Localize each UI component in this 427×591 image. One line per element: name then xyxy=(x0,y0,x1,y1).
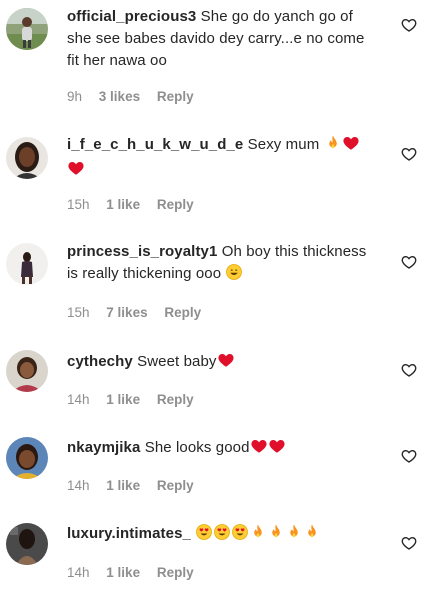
heart-outline-icon[interactable] xyxy=(401,448,417,464)
grinning-face-icon xyxy=(225,263,243,288)
fire-icon xyxy=(249,523,267,548)
reply-button[interactable]: Reply xyxy=(164,305,201,320)
comment-body: i_f_e_c_h_u_k_w_u_d_e Sexy mum xyxy=(67,134,377,184)
comment-meta: 9h 3 likes Reply xyxy=(67,89,207,104)
comment-body: nkaymjika She looks good xyxy=(67,437,377,462)
reply-button[interactable]: Reply xyxy=(157,89,194,104)
comment-likes[interactable]: 1 like xyxy=(106,197,140,212)
reply-button[interactable]: Reply xyxy=(157,565,194,580)
comment-body: princess_is_royalty1 Oh boy this thickne… xyxy=(67,241,377,288)
red-heart-icon xyxy=(250,437,268,462)
heart-eyes-icon xyxy=(195,523,213,548)
heart-eyes-icon xyxy=(231,523,249,548)
comment-meta: 15h 1 like Reply xyxy=(67,197,207,212)
comment-time: 14h xyxy=(67,565,90,580)
comment-meta: 14h 1 like Reply xyxy=(67,478,207,493)
comment-likes[interactable]: 7 likes xyxy=(106,305,147,320)
avatar[interactable] xyxy=(6,8,48,50)
comment-username[interactable]: i_f_e_c_h_u_k_w_u_d_e xyxy=(67,136,243,153)
comment-body: cythechy Sweet baby xyxy=(67,351,377,376)
comment-meta: 14h 1 like Reply xyxy=(67,565,207,580)
comment-username[interactable]: nkaymjika xyxy=(67,439,140,456)
heart-outline-icon[interactable] xyxy=(401,535,417,551)
comment-time: 14h xyxy=(67,478,90,493)
comment-meta: 14h 1 like Reply xyxy=(67,392,207,407)
comment-likes[interactable]: 1 like xyxy=(106,565,140,580)
fire-icon xyxy=(303,523,321,548)
reply-button[interactable]: Reply xyxy=(157,478,194,493)
avatar[interactable] xyxy=(6,137,48,179)
red-heart-icon xyxy=(67,159,85,184)
comment-time: 9h xyxy=(67,89,83,104)
fire-icon xyxy=(285,523,303,548)
comment-meta: 15h 7 likes Reply xyxy=(67,305,214,320)
reply-button[interactable]: Reply xyxy=(157,392,194,407)
fire-icon xyxy=(267,523,285,548)
red-heart-icon xyxy=(342,134,360,159)
comment-likes[interactable]: 3 likes xyxy=(99,89,140,104)
comment-username[interactable]: official_precious3 xyxy=(67,8,196,25)
reply-button[interactable]: Reply xyxy=(157,197,194,212)
comment-text: Sexy mum xyxy=(247,136,320,153)
heart-outline-icon[interactable] xyxy=(401,146,417,162)
avatar[interactable] xyxy=(6,437,48,479)
comment-time: 15h xyxy=(67,197,90,212)
avatar[interactable] xyxy=(6,350,48,392)
heart-outline-icon[interactable] xyxy=(401,254,417,270)
comment-username[interactable]: princess_is_royalty1 xyxy=(67,243,217,260)
comment-time: 15h xyxy=(67,305,90,320)
comment-text: Sweet baby xyxy=(137,353,217,370)
comment-time: 14h xyxy=(67,392,90,407)
heart-outline-icon[interactable] xyxy=(401,17,417,33)
comment-likes[interactable]: 1 like xyxy=(106,478,140,493)
avatar[interactable] xyxy=(6,523,48,565)
comment-body: luxury.intimates_ xyxy=(67,523,377,548)
red-heart-icon xyxy=(268,437,286,462)
fire-icon xyxy=(324,134,342,159)
comment-username[interactable]: luxury.intimates_ xyxy=(67,525,191,542)
comment-username[interactable]: cythechy xyxy=(67,353,133,370)
red-heart-icon xyxy=(217,351,235,376)
comment-likes[interactable]: 1 like xyxy=(106,392,140,407)
heart-eyes-icon xyxy=(213,523,231,548)
avatar[interactable] xyxy=(6,243,48,285)
heart-outline-icon[interactable] xyxy=(401,362,417,378)
comment-body: official_precious3 She go do yanch go of… xyxy=(67,6,377,72)
comment-text: She looks good xyxy=(144,439,250,456)
